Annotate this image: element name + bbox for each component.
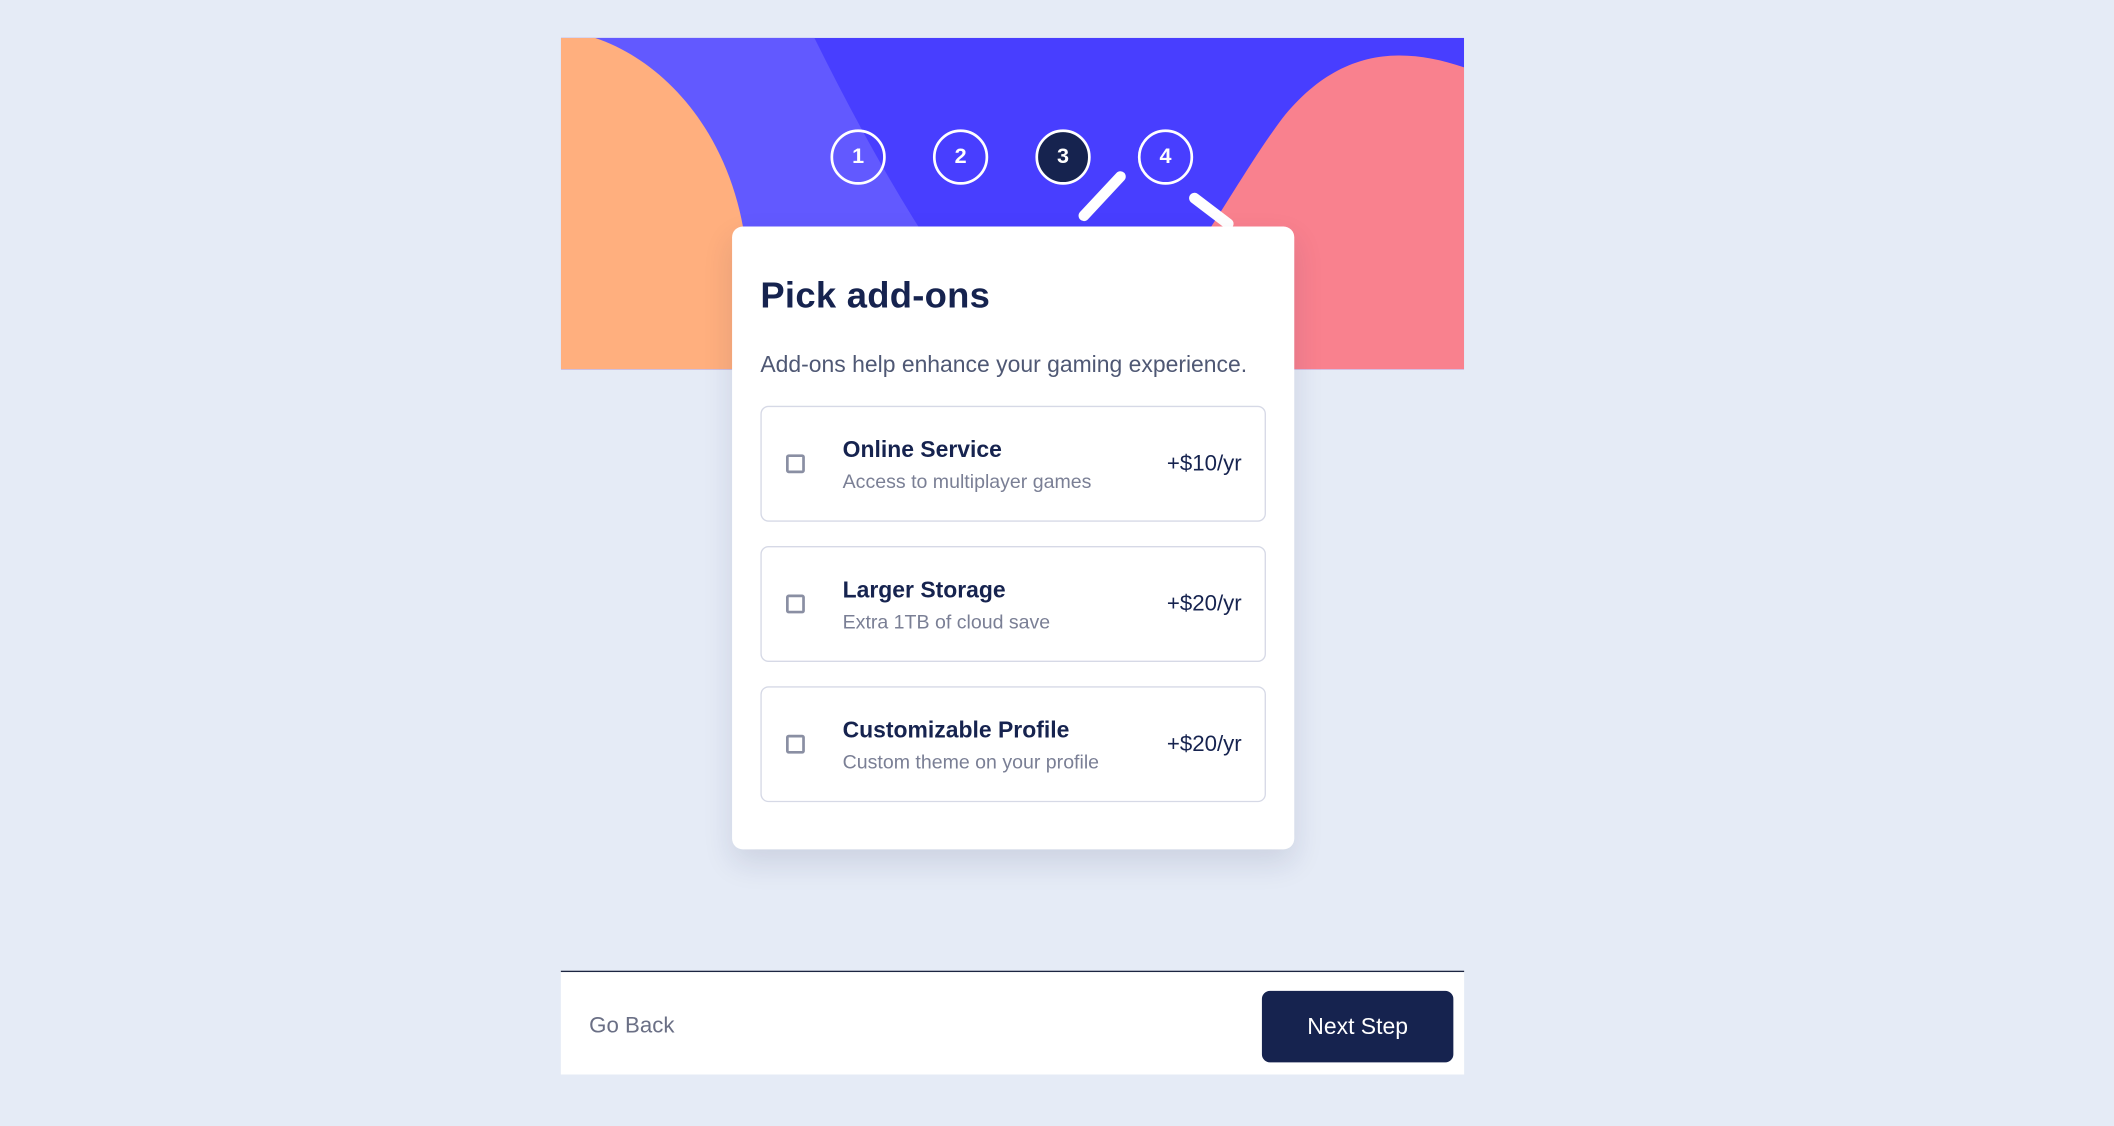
addon-description: Custom theme on your profile: [842, 752, 1100, 774]
addon-option-customizable-profile[interactable]: Customizable Profile Custom theme on you…: [760, 686, 1266, 803]
addon-name: Customizable Profile: [842, 717, 1070, 743]
addons-card: Pick add-ons Add-ons help enhance your g…: [732, 226, 1295, 850]
addon-text: Online Service Access to multiplayer gam…: [843, 437, 1092, 495]
addon-price: +$10/yr: [1166, 451, 1242, 476]
app-frame: 1 2 3 4 Pick add-ons Add-ons help enhanc…: [0, 0, 2114, 1126]
step-4[interactable]: 4: [1137, 129, 1194, 185]
step-1[interactable]: 1: [830, 129, 886, 185]
next-step-button[interactable]: Next Step: [1261, 990, 1454, 1063]
addon-description: Extra 1TB of cloud save: [842, 612, 1051, 634]
addon-name: Larger Storage: [842, 577, 1006, 603]
checkbox[interactable]: [786, 454, 805, 474]
step-3-active[interactable]: 3: [1035, 129, 1091, 185]
addon-name: Online Service: [842, 436, 1002, 463]
step-2[interactable]: 2: [932, 129, 989, 185]
go-back-button[interactable]: Go Back: [589, 1014, 674, 1040]
step-indicator: 1 2 3 4: [561, 129, 1464, 191]
page-title: Pick add-ons: [760, 275, 991, 316]
addon-price: +$20/yr: [1166, 591, 1242, 617]
footer-nav: Go Back Next Step: [560, 970, 1465, 1075]
addon-text: Larger Storage Extra 1TB of cloud save: [843, 577, 1051, 635]
addon-price: +$20/yr: [1166, 732, 1242, 757]
addon-option-larger-storage[interactable]: Larger Storage Extra 1TB of cloud save +…: [760, 546, 1266, 662]
checkbox[interactable]: [786, 734, 805, 754]
addon-text: Customizable Profile Custom theme on you…: [843, 717, 1099, 775]
addon-option-online-service[interactable]: Online Service Access to multiplayer gam…: [760, 405, 1266, 522]
addon-list: Online Service Access to multiplayer gam…: [760, 405, 1266, 827]
addon-description: Access to multiplayer games: [842, 471, 1092, 494]
page-subtitle: Add-ons help enhance your gaming experie…: [760, 351, 1248, 378]
checkbox[interactable]: [786, 594, 805, 614]
